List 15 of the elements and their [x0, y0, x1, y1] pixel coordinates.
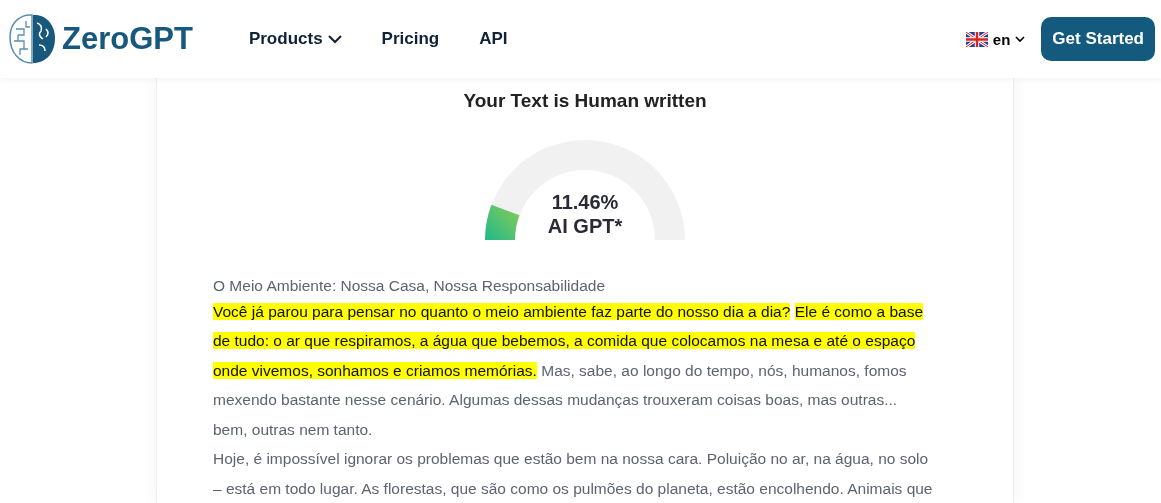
paragraph: Hoje, é impossível ignorar os problemas que estão bem na nossa cara. Poluição no ar, na água, no solo – está em todo lugar. As florestas, que são como os pulmões do planeta, estão encolhendo. Animais que — [213, 449, 934, 499]
flag-icon — [965, 31, 988, 47]
get-started-button[interactable]: Get Started — [1041, 17, 1155, 61]
chevron-down-icon — [1015, 35, 1026, 43]
gauge-label: AI GPT* — [547, 214, 623, 238]
text-heading: O Meio Ambiente: Nossa Casa, Nossa Responsabilidade — [213, 275, 606, 296]
logo-text[interactable]: ZeroGPT — [62, 21, 193, 57]
nav-link[interactable]: Pricing — [381, 29, 440, 49]
gauge-value: 11.46% — [551, 190, 619, 214]
brain-logo-icon — [6, 11, 58, 67]
result-title: Your Text is Human written — [463, 90, 707, 112]
nav-link[interactable]: API — [479, 29, 508, 49]
nav-link[interactable]: Products — [248, 29, 342, 49]
language-selector[interactable]: en — [965, 30, 1026, 48]
paragraph: Você já parou para pensar no quanto o meio ambiente faz parte do nosso dia a dia? Ele é como a base de tudo: o ar que respiramos, a água que bebemos, a comida que colocamos na mesa e até o espaço onde vivemos, sonhamos e criamos memórias. Mas, sabe, ao longo do tempo, nós, humanos, fomos mexendo bastante nesse cenário. Algumas dessas mudanças trouxeram coisas boas, mas outras... bem, outras nem tanto. — [213, 301, 925, 440]
